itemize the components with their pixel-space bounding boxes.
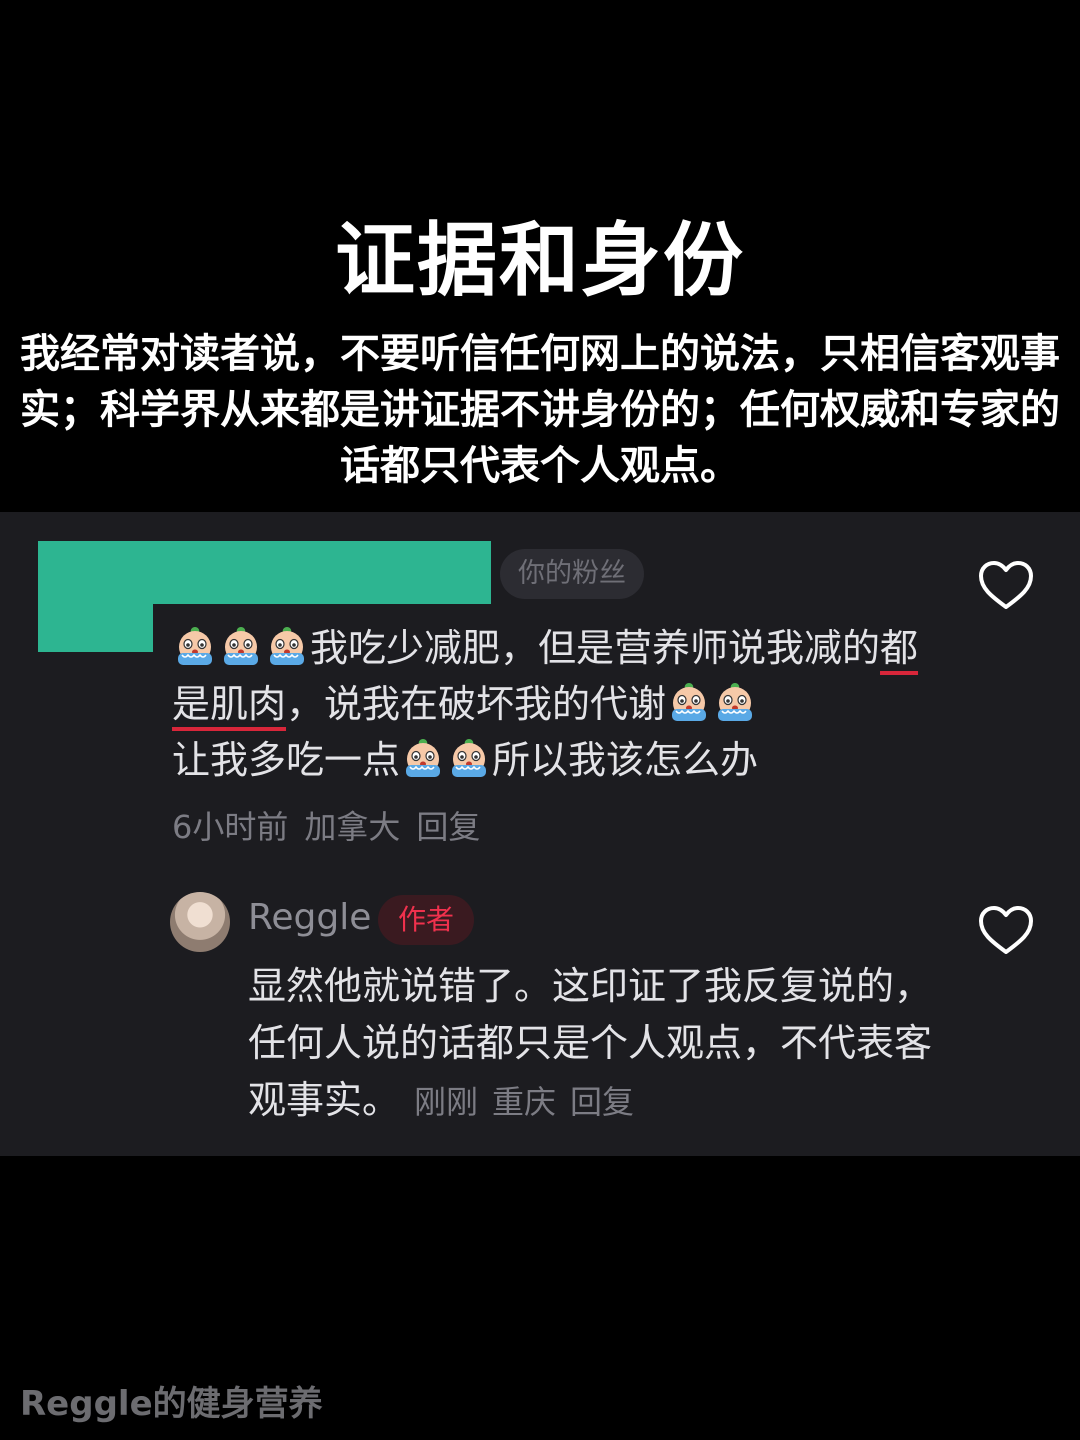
- comment-location: 加拿大: [304, 808, 401, 846]
- crying-emoji-icon: [714, 681, 756, 723]
- heart-outline-icon[interactable]: [977, 903, 1035, 957]
- reply-text-block: 显然他就说错了。这印证了我反复说的，任何人说的话都只是个人观点，不代表客观事实。…: [248, 958, 948, 1131]
- crying-emoji-icon: [668, 681, 710, 723]
- reply-meta: 刚刚 重庆 回复: [414, 1083, 648, 1121]
- crying-emoji-icon: [174, 625, 216, 667]
- author-badge: 作者: [378, 895, 475, 945]
- redacted-avatar: [38, 600, 153, 652]
- reply-username[interactable]: Reggle: [248, 897, 371, 938]
- comment-text-part-4: 所以我该怎么办: [492, 738, 759, 782]
- comment-text: 我吃少减肥，但是营养师说我减的都是肌肉，说我在破坏我的代谢 让我多吃一点 所以我该怎…: [172, 620, 932, 788]
- crying-emoji-icon: [402, 737, 444, 779]
- headline: 证据和身份: [335, 214, 745, 307]
- crying-emoji-icon: [448, 737, 490, 779]
- comment-text-part-1: 我吃少减肥，但是营养师说我减的: [310, 626, 881, 670]
- comment-reply-button[interactable]: 回复: [416, 808, 480, 846]
- crying-emoji-icon: [266, 625, 308, 667]
- comment-text-part-2: ，说我在破坏我的代谢: [286, 682, 667, 726]
- reply-time: 刚刚: [414, 1083, 479, 1121]
- reply-reply-button[interactable]: 回复: [570, 1083, 634, 1121]
- comment-meta: 6小时前 加拿大 回复: [172, 802, 496, 848]
- comment-time: 6小时前: [172, 808, 289, 846]
- fan-badge: 你的粉丝: [500, 549, 644, 599]
- watermark: Reggle的健身营养: [20, 1384, 323, 1424]
- crying-emoji-icon: [220, 625, 262, 667]
- comment-text-part-3: 让我多吃一点: [172, 738, 401, 782]
- redacted-username: [38, 541, 491, 604]
- heart-outline-icon[interactable]: [977, 558, 1035, 612]
- intro-text: 我经常对读者说，不要听信任何网上的说法，只相信客观事实；科学界从来都是讲证据不讲…: [20, 331, 1060, 489]
- avatar[interactable]: [170, 892, 230, 952]
- reply-location: 重庆: [492, 1083, 557, 1121]
